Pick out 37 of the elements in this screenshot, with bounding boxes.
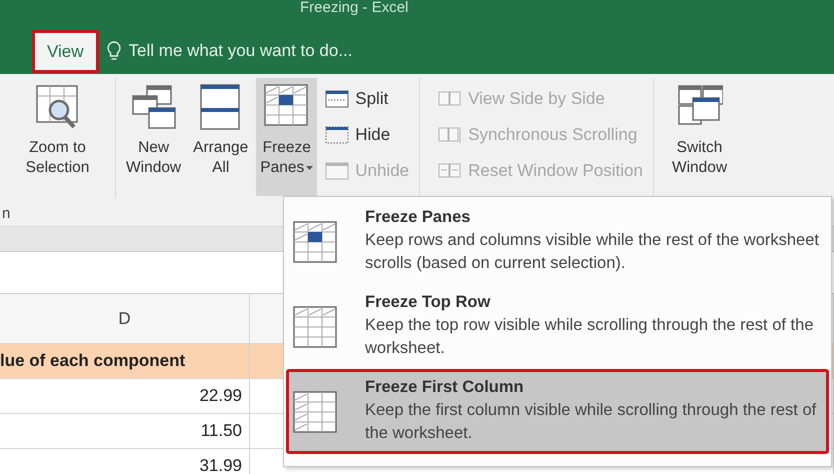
lightbulb-icon	[106, 41, 121, 61]
tell-me-field[interactable]: Tell me what you want to do...	[128, 41, 449, 61]
menu-item-title: Freeze Top Row	[365, 293, 492, 312]
grid-icon	[293, 390, 337, 432]
hidden-window-icon	[325, 126, 350, 144]
split-window-icon	[325, 90, 350, 108]
side-by-side-icon	[438, 90, 462, 108]
ribbon-button[interactable]: Switch Window	[668, 78, 732, 196]
table-cell: 11.50	[0, 414, 250, 448]
table-cell: 22.99	[0, 379, 250, 413]
menu-item-description: Keep rows and columns visible while the rest of the worksheet scrolls (based on current selection).	[365, 230, 820, 274]
window-title: Freezing - Excel	[299, 0, 410, 18]
menu-item[interactable]: Freeze First Column Keep the first column visible while scrolling through the rest of the worksheet.	[286, 369, 829, 454]
menu-item-title: Freeze First Column	[365, 378, 525, 397]
header-cell: lue of each component	[0, 344, 250, 378]
stacked-windows-icon	[130, 84, 177, 130]
grid-icon	[293, 220, 337, 262]
menu-item[interactable]: Freeze Panes Keep rows and columns visible while the rest of the worksheet scrolls (based on current selection).	[286, 199, 829, 284]
view-tab[interactable]: View	[32, 30, 99, 73]
grid-icon	[293, 306, 337, 348]
menu-item-description: Keep the top row visible while scrolling through the rest of the worksheet.	[365, 315, 814, 359]
group-label: n	[2, 205, 10, 222]
ribbon-button[interactable]: Hide	[321, 118, 414, 152]
table-cell: 31.99	[0, 449, 250, 474]
ribbon-button[interactable]: Zoom to Selection	[6, 78, 109, 196]
scrolling-pages-icon	[438, 126, 462, 144]
ribbon-button[interactable]: Arrange All	[189, 78, 252, 196]
menu-item-title: Freeze Panes	[365, 208, 472, 227]
menu-item[interactable]: Freeze Top Row Keep the top row visible while scrolling through the rest of the worksheet.	[286, 284, 829, 369]
ribbon-button[interactable]: Freeze Panes	[256, 78, 318, 196]
column-header[interactable]: D	[0, 294, 250, 343]
magnifier-grid-icon	[34, 84, 80, 130]
reset-windows-icon	[438, 162, 462, 180]
ribbon-button[interactable]: New Window	[122, 78, 186, 196]
ribbon-button[interactable]: Split	[321, 82, 414, 116]
window-icon	[325, 162, 350, 180]
menu-item-description: Keep the first column visible while scrolling through the rest of the worksheet.	[365, 400, 818, 444]
